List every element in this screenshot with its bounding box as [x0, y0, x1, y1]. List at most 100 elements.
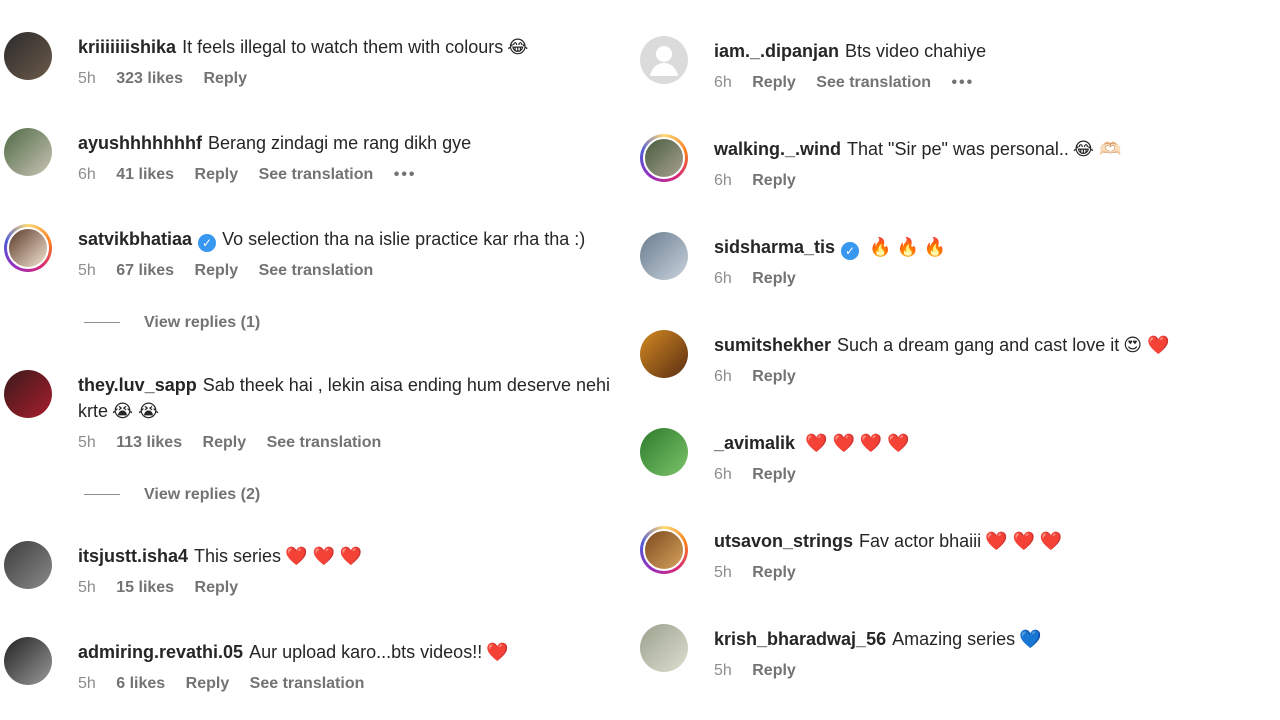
comment-text: Bts video chahiye: [845, 41, 987, 61]
timestamp: 5h: [78, 70, 96, 87]
timestamp: 5h: [78, 262, 96, 279]
likes-count[interactable]: 113 likes: [116, 434, 182, 451]
comment-meta: 5h 15 likes Reply: [78, 579, 640, 597]
verified-badge-icon: ✓: [841, 242, 860, 260]
view-replies-button[interactable]: View replies (1): [84, 314, 260, 332]
emoji: 😭 😭: [112, 401, 160, 421]
comment-meta: 5h 113 likes Reply See translation: [78, 434, 620, 452]
comment-username[interactable]: _avimalik: [714, 433, 795, 453]
avatar[interactable]: [4, 637, 52, 685]
reply-button[interactable]: Reply: [752, 662, 796, 679]
reply-button[interactable]: Reply: [752, 270, 796, 287]
comment-username[interactable]: itsjustt.isha4: [78, 546, 188, 566]
comment-meta: 5h Reply: [714, 662, 1280, 680]
emoji: ❤️ ❤️ ❤️ ❤️: [805, 433, 910, 453]
timestamp: 5h: [78, 579, 96, 596]
reply-button[interactable]: Reply: [752, 466, 796, 483]
comment-meta: 6h Reply: [714, 368, 1280, 386]
likes-count[interactable]: 41 likes: [116, 166, 174, 183]
timestamp: 6h: [714, 172, 732, 189]
timestamp: 5h: [78, 434, 96, 451]
reply-button[interactable]: Reply: [203, 434, 247, 451]
avatar[interactable]: [640, 36, 688, 84]
comment-username[interactable]: walking._.wind: [714, 139, 841, 159]
timestamp: 6h: [78, 166, 96, 183]
comment-username[interactable]: krish_bharadwaj_56: [714, 629, 886, 649]
avatar[interactable]: [4, 32, 52, 80]
comment-meta: 5h Reply: [714, 564, 1280, 582]
comment-username[interactable]: satvikbhatiaa: [78, 229, 192, 249]
see-translation-link[interactable]: See translation: [250, 675, 365, 692]
comment-username[interactable]: admiring.revathi.05: [78, 642, 243, 662]
comment-username[interactable]: sidsharma_tis: [714, 237, 835, 257]
avatar[interactable]: [640, 330, 688, 378]
avatar[interactable]: [640, 526, 688, 574]
emoji: ❤️ ❤️ ❤️: [285, 546, 363, 566]
reply-button[interactable]: Reply: [203, 70, 247, 87]
verified-badge-icon: ✓: [198, 234, 217, 252]
emoji: 💙: [1019, 629, 1042, 649]
reply-button[interactable]: Reply: [752, 368, 796, 385]
comment-text: Aur upload karo...bts videos!!: [249, 642, 483, 662]
comment-username[interactable]: sumitshekher: [714, 335, 831, 355]
timestamp: 6h: [714, 270, 732, 287]
comment-meta: 5h 67 likes Reply See translation: [78, 262, 640, 280]
divider-line: [84, 494, 120, 496]
reply-button[interactable]: Reply: [186, 675, 230, 692]
comment-meta: 6h 41 likes Reply See translation •••: [78, 166, 640, 184]
reply-button[interactable]: Reply: [195, 579, 239, 596]
comment-username[interactable]: they.luv_sapp: [78, 375, 197, 395]
see-translation-link[interactable]: See translation: [267, 434, 382, 451]
reply-button[interactable]: Reply: [752, 172, 796, 189]
likes-count[interactable]: 15 likes: [116, 579, 174, 596]
avatar[interactable]: [640, 624, 688, 672]
divider-line: [84, 322, 120, 324]
see-translation-link[interactable]: See translation: [816, 74, 931, 91]
comment-username[interactable]: utsavon_strings: [714, 531, 853, 551]
view-replies-button[interactable]: View replies (2): [84, 486, 260, 504]
default-avatar-icon: [650, 46, 678, 76]
emoji: 🔥 🔥 🔥: [869, 237, 947, 257]
avatar[interactable]: [640, 232, 688, 280]
comment-meta: 5h 6 likes Reply See translation: [78, 675, 640, 693]
timestamp: 6h: [714, 74, 732, 91]
timestamp: 6h: [714, 368, 732, 385]
avatar[interactable]: [640, 134, 688, 182]
avatar[interactable]: [4, 541, 52, 589]
avatar[interactable]: [4, 370, 52, 418]
comment-username[interactable]: iam._.dipanjan: [714, 41, 839, 61]
comment-text: That "Sir pe" was personal..: [847, 139, 1069, 159]
reply-button[interactable]: Reply: [195, 166, 239, 183]
emoji: 😂 🫶🏻: [1072, 139, 1122, 159]
avatar[interactable]: [4, 224, 52, 272]
comment-meta: 6h Reply See translation •••: [714, 74, 1280, 92]
more-options-icon[interactable]: •••: [951, 74, 974, 91]
comment-meta: 6h Reply: [714, 172, 1280, 190]
comment-text: Berang zindagi me rang dikh gye: [208, 133, 472, 153]
timestamp: 5h: [78, 675, 96, 692]
comment-meta: 6h Reply: [714, 270, 1280, 288]
comment-username[interactable]: ayushhhhhhhf: [78, 133, 202, 153]
timestamp: 5h: [714, 564, 732, 581]
reply-button[interactable]: Reply: [752, 564, 796, 581]
likes-count[interactable]: 6 likes: [116, 675, 165, 692]
emoji: 😂: [507, 37, 529, 57]
avatar[interactable]: [4, 128, 52, 176]
more-options-icon[interactable]: •••: [394, 166, 417, 183]
emoji: 😍 ❤️: [1123, 335, 1170, 355]
reply-button[interactable]: Reply: [752, 74, 796, 91]
comment-username[interactable]: kriiiiiiishika: [78, 37, 176, 57]
emoji: ❤️: [486, 642, 509, 662]
comment-text: It feels illegal to watch them with colo…: [182, 37, 504, 57]
avatar[interactable]: [640, 428, 688, 476]
reply-button[interactable]: Reply: [195, 262, 239, 279]
likes-count[interactable]: 323 likes: [116, 70, 183, 87]
see-translation-link[interactable]: See translation: [259, 262, 374, 279]
timestamp: 5h: [714, 662, 732, 679]
comment-text: Amazing series: [892, 629, 1016, 649]
comment-text: Vo selection tha na islie practice kar r…: [222, 229, 586, 249]
likes-count[interactable]: 67 likes: [116, 262, 174, 279]
comment-text: Such a dream gang and cast love it: [837, 335, 1120, 355]
see-translation-link[interactable]: See translation: [259, 166, 374, 183]
timestamp: 6h: [714, 466, 732, 483]
